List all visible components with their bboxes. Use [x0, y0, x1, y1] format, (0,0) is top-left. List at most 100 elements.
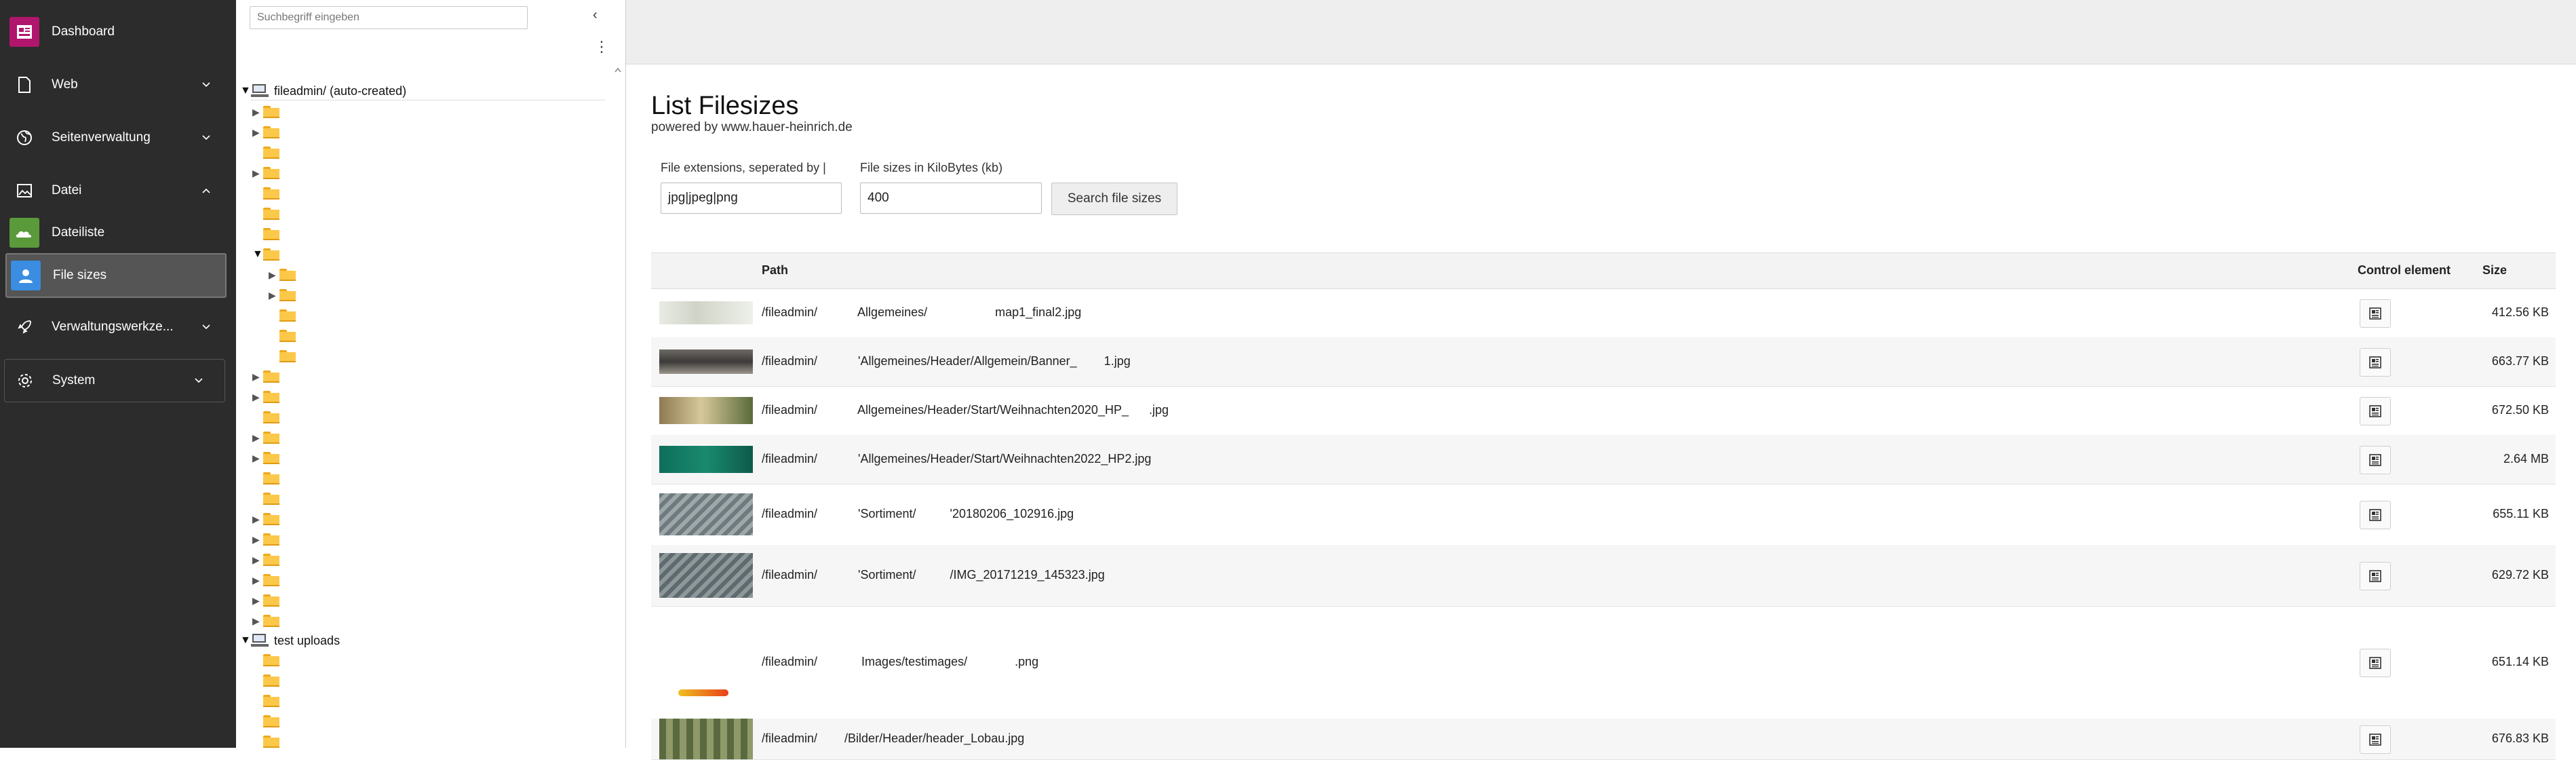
tree-folder-item[interactable]: ▶: [269, 286, 296, 304]
tree-folder-item[interactable]: ▶: [252, 531, 279, 548]
collapsed-triangle-icon[interactable]: ▶: [252, 615, 263, 627]
collapsed-triangle-icon[interactable]: ▶: [252, 534, 263, 546]
tree-folder-item[interactable]: ▶: [252, 510, 279, 528]
tree-folder-item[interactable]: ▶: [252, 551, 279, 569]
show-file-button[interactable]: [2360, 725, 2391, 754]
file-path: /fileadmin/ 'Sortiment/ '20180206_102916…: [762, 507, 1074, 520]
file-path: /fileadmin/ 'Allgemeines/Header/Allgemei…: [762, 354, 1131, 368]
collapse-tree-icon[interactable]: ‹: [593, 7, 598, 23]
page-icon: [9, 70, 39, 100]
folder-icon: [263, 574, 279, 586]
tree-search-input[interactable]: Suchbegriff eingeben: [250, 6, 528, 29]
column-control: Control element: [2358, 263, 2451, 277]
collapsed-triangle-icon[interactable]: ▶: [252, 107, 263, 118]
tree-folder-item[interactable]: ▶: [252, 388, 279, 406]
tree-folder-item[interactable]: [269, 327, 296, 345]
more-menu-icon[interactable]: ⋮: [594, 38, 609, 56]
collapsed-triangle-icon[interactable]: ▶: [252, 575, 263, 586]
show-file-button[interactable]: [2360, 649, 2391, 677]
tree-scrollbar[interactable]: [613, 61, 623, 748]
tree-folder-item[interactable]: [252, 712, 279, 730]
tree-folder-item[interactable]: ▶: [252, 124, 279, 141]
module-verwaltungswerkzeuge[interactable]: Verwaltungswerkze...: [0, 306, 236, 348]
tree-root-test-uploads[interactable]: ▼ test uploads: [240, 632, 340, 649]
collapsed-triangle-icon[interactable]: ▶: [252, 168, 263, 179]
collapsed-triangle-icon[interactable]: ▶: [252, 432, 263, 444]
tree-folder-item[interactable]: ▶: [252, 571, 279, 589]
expanded-triangle-icon[interactable]: ▼: [240, 634, 251, 647]
folder-icon: [263, 674, 279, 687]
tree-folder-item[interactable]: [269, 347, 296, 365]
module-datei[interactable]: Datei: [0, 170, 236, 212]
chevron-down-icon: [202, 135, 210, 140]
folder-icon: [279, 269, 296, 281]
module-label: Seitenverwaltung: [52, 130, 151, 145]
tree-folder-item[interactable]: [252, 205, 279, 223]
tree-folder-item[interactable]: ▶: [252, 103, 279, 121]
tree-folder-item[interactable]: [252, 651, 279, 669]
module-file-sizes[interactable]: File sizes: [5, 253, 227, 298]
file-info-icon: [2369, 734, 2381, 746]
tree-folder-item[interactable]: [252, 490, 279, 508]
module-system[interactable]: System: [4, 359, 225, 402]
collapsed-triangle-icon[interactable]: ▶: [252, 554, 263, 566]
show-file-button[interactable]: [2360, 348, 2391, 377]
main-content: List Filesizes powered by www.hauer-hein…: [626, 64, 2576, 760]
tree-folder-item[interactable]: [252, 733, 279, 750]
folder-icon: [263, 695, 279, 707]
collapsed-triangle-icon[interactable]: ▶: [269, 269, 279, 281]
show-file-button[interactable]: [2360, 501, 2391, 529]
folder-icon: [263, 594, 279, 607]
module-dashboard[interactable]: Dashboard: [0, 11, 236, 53]
chevron-down-icon: [195, 378, 203, 383]
tree-folder-item[interactable]: [252, 185, 279, 202]
folder-icon: [279, 350, 296, 362]
collapsed-triangle-icon[interactable]: ▶: [252, 392, 263, 403]
show-file-button[interactable]: [2360, 446, 2391, 474]
module-label: Dateiliste: [52, 225, 105, 240]
tree-folder-item[interactable]: ▶: [269, 266, 296, 284]
file-thumbnail: [659, 553, 753, 598]
extensions-input[interactable]: jpg|jpeg|png: [661, 183, 842, 214]
show-file-button[interactable]: [2360, 299, 2391, 328]
tree-folder-item[interactable]: ▶: [252, 368, 279, 385]
tree-folder-item[interactable]: [252, 672, 279, 689]
collapsed-triangle-icon[interactable]: ▶: [252, 595, 263, 607]
folder-icon: [263, 208, 279, 220]
show-file-button[interactable]: [2360, 397, 2391, 425]
rocket-icon: [9, 312, 39, 342]
folder-icon: [263, 106, 279, 118]
tree-folder-item[interactable]: ▶: [252, 592, 279, 609]
tree-folder-item[interactable]: [252, 470, 279, 487]
module-dateiliste[interactable]: Dateiliste: [0, 212, 236, 254]
tree-folder-item[interactable]: ▼: [252, 246, 279, 263]
search-file-sizes-button[interactable]: Search file sizes: [1051, 183, 1177, 215]
filesize-input[interactable]: 400: [860, 183, 1042, 214]
tree-folder-item[interactable]: ▶: [252, 429, 279, 446]
tree-folder-item[interactable]: ▶: [252, 449, 279, 467]
expanded-triangle-icon[interactable]: ▼: [252, 248, 263, 261]
tree-folder-item[interactable]: ▶: [252, 612, 279, 630]
collapsed-triangle-icon[interactable]: ▶: [252, 127, 263, 138]
module-seitenverwaltung[interactable]: Seitenverwaltung: [0, 117, 236, 159]
tree-folder-item[interactable]: ▶: [252, 164, 279, 182]
show-file-button[interactable]: [2360, 562, 2391, 590]
tree-folder-item[interactable]: [252, 225, 279, 243]
extensions-label: File extensions, seperated by |: [661, 161, 826, 174]
tree-folder-item[interactable]: [269, 307, 296, 324]
collapsed-triangle-icon[interactable]: ▶: [252, 514, 263, 525]
expanded-triangle-icon[interactable]: ▼: [240, 85, 251, 97]
tree-folder-item[interactable]: [252, 144, 279, 162]
folder-icon: [263, 411, 279, 423]
collapsed-triangle-icon[interactable]: ▶: [269, 290, 279, 301]
image-icon: [9, 176, 39, 206]
module-web[interactable]: Web: [0, 64, 236, 106]
file-info-icon: [2369, 454, 2381, 466]
folder-icon: [263, 736, 279, 748]
tree-root-fileadmin[interactable]: ▼ fileadmin/ (auto-created): [240, 82, 406, 100]
collapsed-triangle-icon[interactable]: ▶: [252, 453, 263, 464]
tree-folder-item[interactable]: [252, 408, 279, 426]
tree-folder-item[interactable]: [252, 692, 279, 710]
collapsed-triangle-icon[interactable]: ▶: [252, 371, 263, 383]
filesize-label: File sizes in KiloBytes (kb): [860, 161, 1003, 174]
